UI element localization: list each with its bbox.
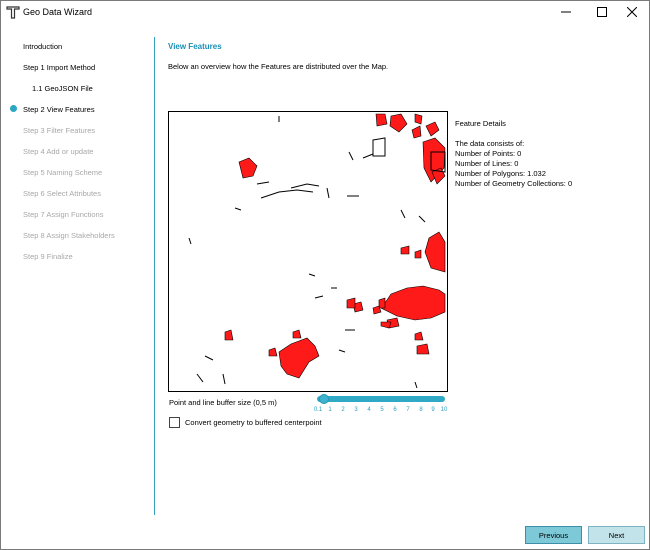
map-polygon-outline <box>372 137 386 157</box>
lines-count: Number of Lines: 0 <box>455 159 519 168</box>
slider-tick-labels: 0.1 1 2 3 4 5 6 7 8 9 10 <box>314 407 449 417</box>
map-line-feature <box>234 207 242 211</box>
maximize-icon <box>597 7 607 17</box>
map-polygon <box>292 329 302 339</box>
sidebar-item-step-6: Step 6 Select Attributes <box>23 189 101 198</box>
map-polygon <box>346 297 356 309</box>
sidebar-item-step-7: Step 7 Assign Functions <box>23 210 104 219</box>
points-count: Number of Points: 0 <box>455 149 522 158</box>
map-polygon <box>389 113 408 133</box>
sidebar-item-step-1-1[interactable]: 1.1 GeoJSON File <box>32 84 93 93</box>
minimize-button[interactable] <box>549 1 583 23</box>
map-line-feature <box>362 153 374 159</box>
slider-tick: 4 <box>367 407 371 413</box>
feature-details-heading: Feature Details <box>455 119 506 128</box>
page-description: Below an overview how the Features are d… <box>168 62 389 71</box>
map-polygon <box>414 249 422 259</box>
slider-tick: 10 <box>440 407 448 413</box>
sidebar-item-step-2[interactable]: Step 2 View Features <box>23 105 95 114</box>
buffer-size-label: Point and line buffer size (0,5 m) <box>169 398 277 407</box>
buffer-size-slider[interactable] <box>317 394 445 404</box>
map-line-feature <box>348 151 354 161</box>
minimize-icon <box>561 11 571 13</box>
sidebar-item-step-5: Step 5 Naming Scheme <box>23 168 103 177</box>
buffered-centerpoint-option[interactable]: Convert geometry to buffered centerpoint <box>169 417 322 428</box>
map-line-feature <box>204 355 214 361</box>
map-line-feature <box>414 381 418 389</box>
title-bar[interactable]: Geo Data Wizard <box>1 1 649 23</box>
slider-tick: 9 <box>431 407 435 413</box>
sidebar-item-step-4: Step 4 Add or update <box>23 147 94 156</box>
tygron-logo-icon <box>6 6 20 19</box>
map-polygon <box>416 343 430 355</box>
sidebar-item-step-1[interactable]: Step 1 Import Method <box>23 63 95 72</box>
map-polygon <box>375 113 388 127</box>
map-polygon <box>414 331 424 341</box>
next-button[interactable]: Next <box>588 526 645 544</box>
map-polygon <box>268 347 278 357</box>
map-polygon <box>424 231 446 273</box>
slider-tick: 3 <box>354 407 358 413</box>
map-polygon <box>425 121 440 137</box>
map-line-feature <box>290 183 320 189</box>
slider-tick: 6 <box>393 407 397 413</box>
sidebar-item-step-8: Step 8 Assign Stakeholders <box>23 231 115 240</box>
sidebar-item-introduction[interactable]: Introduction <box>23 42 62 51</box>
map-line-feature <box>222 373 226 385</box>
map-polygon <box>414 113 423 125</box>
slider-tick: 0.1 <box>313 407 323 413</box>
sidebar-item-step-9: Step 9 Finalize <box>23 252 73 261</box>
map-polygon <box>380 285 446 321</box>
slider-tick: 5 <box>380 407 384 413</box>
map-line-feature <box>418 215 426 223</box>
buffered-centerpoint-checkbox[interactable] <box>169 417 180 428</box>
map-line-feature <box>400 209 406 219</box>
current-step-indicator-icon <box>10 105 17 112</box>
geometry-collections-count: Number of Geometry Collections: 0 <box>455 179 573 188</box>
map-polygon <box>278 337 320 379</box>
wizard-steps-sidebar: Introduction Step 1 Import Method 1.1 Ge… <box>1 23 153 543</box>
page-title: View Features <box>168 42 222 51</box>
maximize-button[interactable] <box>585 1 619 23</box>
feature-map[interactable] <box>168 111 448 392</box>
map-polygon <box>224 329 234 341</box>
buffered-centerpoint-label[interactable]: Convert geometry to buffered centerpoint <box>185 418 322 427</box>
map-polygon <box>400 245 410 255</box>
previous-button[interactable]: Previous <box>525 526 582 544</box>
map-line-feature <box>260 189 314 199</box>
slider-tick: 2 <box>341 407 345 413</box>
window-title: Geo Data Wizard <box>23 7 93 17</box>
feature-details-panel: Feature Details The data consists of: Nu… <box>455 119 572 189</box>
map-line-feature <box>188 237 192 245</box>
feature-map-canvas <box>188 113 446 389</box>
close-button[interactable] <box>615 1 649 23</box>
map-polygon <box>238 157 258 179</box>
close-icon <box>627 7 637 17</box>
sidebar-divider <box>154 37 155 515</box>
map-line-feature <box>308 273 316 277</box>
map-line-feature <box>326 187 330 199</box>
map-polygon <box>380 321 392 329</box>
map-line-feature <box>338 349 346 353</box>
map-polygon <box>378 297 386 309</box>
feature-details-intro: The data consists of: <box>455 139 525 148</box>
map-line-feature <box>314 295 324 299</box>
sidebar-item-step-3: Step 3 Filter Features <box>23 126 96 135</box>
slider-tick: 7 <box>406 407 410 413</box>
slider-track[interactable] <box>317 396 445 402</box>
slider-tick: 8 <box>419 407 423 413</box>
polygons-count: Number of Polygons: 1.032 <box>455 169 546 178</box>
map-line-feature <box>196 373 204 383</box>
slider-tick: 1 <box>328 407 332 413</box>
map-line-feature <box>256 181 270 185</box>
slider-thumb[interactable] <box>319 394 329 404</box>
map-polygon <box>411 125 422 139</box>
wizard-window: Geo Data Wizard Introduction Step 1 Impo… <box>0 0 650 550</box>
